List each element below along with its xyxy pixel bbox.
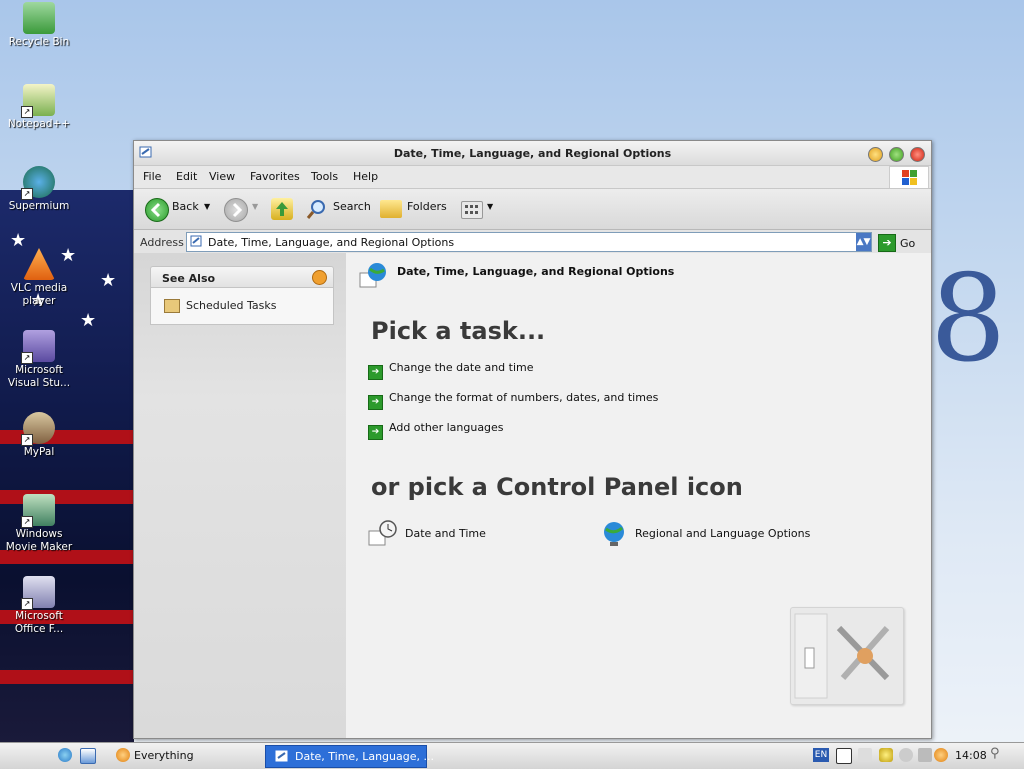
collapse-chevron-icon[interactable] bbox=[312, 270, 327, 285]
security-shield-icon[interactable] bbox=[879, 748, 893, 762]
show-desktop-icon[interactable] bbox=[80, 748, 96, 764]
task-pane: See Also Scheduled Tasks bbox=[134, 253, 346, 738]
category-title: Date, Time, Language, and Regional Optio… bbox=[397, 265, 675, 278]
desktop-icon-vlc[interactable]: VLC media player bbox=[1, 248, 77, 308]
back-button[interactable]: Back bbox=[172, 200, 199, 213]
usb-tray-icon[interactable] bbox=[858, 748, 872, 762]
minimize-button[interactable] bbox=[868, 147, 883, 162]
menu-edit[interactable]: Edit bbox=[176, 170, 197, 183]
office-icon: ↗ bbox=[21, 576, 55, 610]
forward-arrow-icon[interactable] bbox=[224, 198, 248, 222]
help-tray-icon[interactable] bbox=[836, 748, 852, 764]
see-also-title: See Also bbox=[162, 272, 216, 285]
desktop-icon-notepadpp[interactable]: ↗ Notepad++ bbox=[1, 84, 77, 131]
explorer-window: Date, Time, Language, and Regional Optio… bbox=[133, 140, 932, 739]
desktop-icon-office[interactable]: ↗ Microsoft Office F... bbox=[1, 576, 77, 636]
search-icon[interactable] bbox=[306, 198, 328, 220]
language-indicator[interactable]: EN bbox=[813, 748, 829, 762]
pick-icon-heading: or pick a Control Panel icon bbox=[371, 473, 743, 501]
address-value: Date, Time, Language, and Regional Optio… bbox=[208, 236, 455, 249]
back-dropdown-icon[interactable]: ▼ bbox=[204, 202, 210, 211]
taskbar-everything[interactable]: Everything bbox=[134, 749, 194, 762]
mypal-icon: ↗ bbox=[21, 412, 55, 446]
visual-studio-icon: ↗ bbox=[21, 330, 55, 364]
menu-file[interactable]: File bbox=[143, 170, 161, 183]
recycle-bin-icon bbox=[23, 2, 55, 34]
desktop-icon-visual-studio[interactable]: ↗ Microsoft Visual Stu... bbox=[1, 330, 77, 390]
search-icon[interactable]: ⚲ bbox=[990, 746, 1000, 761]
clock-calendar-icon bbox=[368, 520, 397, 546]
control-panel-icon bbox=[275, 750, 288, 762]
vlc-cone-icon bbox=[23, 248, 55, 280]
menu-favorites[interactable]: Favorites bbox=[250, 170, 300, 183]
clock[interactable]: 14:08 bbox=[955, 749, 987, 762]
scheduled-tasks-icon bbox=[164, 299, 180, 313]
close-button[interactable] bbox=[910, 147, 925, 162]
globe-icon bbox=[604, 522, 624, 546]
forward-dropdown-icon[interactable]: ▼ bbox=[252, 202, 258, 211]
desktop-icon-mypal[interactable]: ↗ MyPal bbox=[1, 412, 77, 459]
link-scheduled-tasks[interactable]: Scheduled Tasks bbox=[186, 299, 277, 312]
window-title: Date, Time, Language, and Regional Optio… bbox=[393, 147, 672, 160]
menu-help[interactable]: Help bbox=[353, 170, 378, 183]
network-tray-icon[interactable] bbox=[899, 748, 913, 762]
category-content: Date, Time, Language, and Regional Optio… bbox=[346, 253, 931, 738]
menu-view[interactable]: View bbox=[209, 170, 235, 183]
desktop-icon-movie-maker[interactable]: ↗ Windows Movie Maker bbox=[1, 494, 77, 554]
views-dropdown-icon[interactable]: ▼ bbox=[487, 202, 493, 211]
control-panel-watermark-icon bbox=[790, 607, 904, 705]
pick-task-heading: Pick a task... bbox=[371, 317, 546, 345]
menu-tools[interactable]: Tools bbox=[311, 170, 338, 183]
address-bar: Address Date, Time, Language, and Region… bbox=[134, 230, 931, 255]
search-button[interactable]: Search bbox=[333, 200, 371, 213]
task-change-date-time[interactable]: ➔ Change the date and time bbox=[368, 361, 534, 380]
everything-tray-icon[interactable] bbox=[934, 748, 948, 762]
task-change-format[interactable]: ➔ Change the format of numbers, dates, an… bbox=[368, 391, 658, 410]
folders-icon[interactable] bbox=[380, 200, 402, 218]
standard-toolbar: Back ▼ ▼ Search Folders ▼ bbox=[134, 188, 931, 230]
go-arrow-icon[interactable]: ➔ bbox=[878, 234, 896, 252]
wallpaper-graphic: 8 bbox=[930, 250, 1007, 389]
maximize-button[interactable] bbox=[889, 147, 904, 162]
desktop-icon-recycle-bin[interactable]: Recycle Bin bbox=[1, 2, 77, 49]
cpl-date-and-time[interactable]: Date and Time bbox=[368, 520, 548, 547]
menu-bar: File Edit View Favorites Tools Help bbox=[134, 166, 931, 190]
address-field[interactable]: Date, Time, Language, and Regional Optio… bbox=[186, 232, 872, 252]
taskbar: Everything Date, Time, Language, ... EN … bbox=[0, 742, 1024, 769]
folders-button[interactable]: Folders bbox=[407, 200, 447, 213]
task-add-languages[interactable]: ➔ Add other languages bbox=[368, 421, 504, 440]
everything-search-icon bbox=[116, 748, 130, 762]
notepadpp-icon: ↗ bbox=[21, 84, 55, 118]
views-icon[interactable] bbox=[461, 201, 483, 219]
up-folder-icon[interactable] bbox=[271, 198, 293, 220]
address-dropdown-icon[interactable]: ▲▼ bbox=[856, 233, 871, 251]
title-bar[interactable]: Date, Time, Language, and Regional Optio… bbox=[134, 141, 931, 166]
address-label: Address bbox=[140, 236, 184, 249]
green-arrow-icon: ➔ bbox=[368, 425, 383, 440]
desktop-icon-supermium[interactable]: ↗ Supermium bbox=[1, 166, 77, 213]
supermium-icon: ↗ bbox=[21, 166, 55, 200]
see-also-header[interactable]: See Also bbox=[150, 266, 334, 287]
go-button[interactable]: Go bbox=[900, 237, 915, 250]
control-panel-icon bbox=[190, 235, 202, 247]
windows-logo-icon bbox=[889, 166, 929, 190]
back-arrow-icon[interactable] bbox=[145, 198, 169, 222]
green-arrow-icon: ➔ bbox=[368, 365, 383, 380]
green-arrow-icon: ➔ bbox=[368, 395, 383, 410]
volume-tray-icon[interactable] bbox=[918, 748, 932, 762]
internet-explorer-icon[interactable] bbox=[58, 748, 72, 762]
cpl-regional-language[interactable]: Regional and Language Options bbox=[599, 522, 859, 547]
movie-maker-icon: ↗ bbox=[21, 494, 55, 528]
date-time-language-icon bbox=[359, 263, 386, 288]
taskbar-active-window[interactable]: Date, Time, Language, ... bbox=[265, 745, 434, 768]
see-also-panel: See Also Scheduled Tasks bbox=[150, 266, 334, 325]
